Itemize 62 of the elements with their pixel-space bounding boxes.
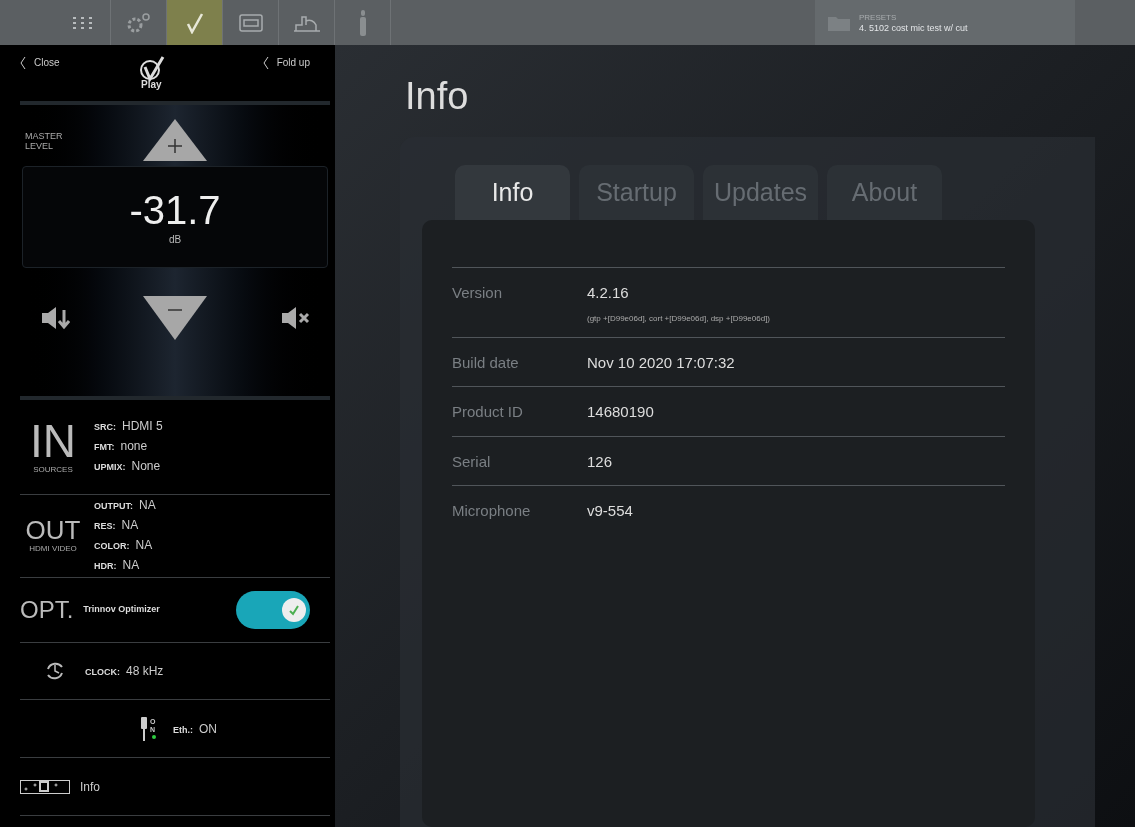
info-value: 14680190 <box>587 402 654 422</box>
tab[interactable]: Info <box>455 165 570 220</box>
field-value: NA <box>122 557 140 574</box>
field-value: HDMI 5 <box>122 418 163 435</box>
check-icon <box>184 11 205 34</box>
ethernet-plug-icon <box>140 716 148 741</box>
info-detail: (gtp +[D99e06d], cort +[D99e06d], dsp +[D99e06d]) <box>587 312 770 325</box>
field-label: RES: <box>94 520 116 533</box>
page-title: Info <box>405 77 470 115</box>
grid-icon <box>71 15 94 30</box>
field-value: None <box>131 458 161 475</box>
field-label: HDR: <box>94 560 117 573</box>
field-label: OUTPUT: <box>94 500 133 513</box>
clock-sync-icon <box>45 661 65 681</box>
info-value: v9-554 <box>587 501 633 521</box>
field-label: COLOR: <box>94 540 130 553</box>
info-label: Serial <box>452 451 492 472</box>
info-label: Product ID <box>452 402 524 422</box>
info-label: Version <box>452 283 504 303</box>
optimizer-label: Trinnov Optimizer <box>83 603 161 617</box>
preset-selector[interactable]: PRESETS 4. 5102 cost mic test w/ cut <box>815 0 1075 45</box>
master-level-label: MASTER LEVEL <box>25 131 64 151</box>
field-label: Eth.: <box>173 723 193 737</box>
info-label: Build date <box>452 352 520 373</box>
section-title: OPT. <box>20 595 74 625</box>
volume-down-button[interactable] <box>143 296 207 340</box>
check-icon <box>288 604 300 616</box>
optimizer-toggle[interactable] <box>236 591 310 629</box>
field-value: none <box>120 438 148 455</box>
volume-down-step-button[interactable] <box>40 306 70 330</box>
field-value: NA <box>139 497 156 514</box>
section-title: IN <box>30 418 76 464</box>
close-button[interactable]: Close <box>20 55 60 70</box>
section-title: OUT <box>25 517 81 543</box>
chevron-left-icon <box>20 55 26 70</box>
preset-name: 4. 5102 cost mic test w/ cut <box>859 22 968 34</box>
field-label: UPMIX: <box>94 461 126 474</box>
section-subtitle: SOURCES <box>33 464 73 476</box>
volume-up-button[interactable] <box>143 119 207 161</box>
fold-up-button[interactable]: Fold up <box>262 55 310 70</box>
info-value: 126 <box>587 451 613 472</box>
field-value: NA <box>135 537 153 554</box>
info-value: 4.2.16 <box>587 283 630 303</box>
info-label: Microphone <box>452 501 532 521</box>
toolbar-button[interactable] <box>167 0 223 45</box>
info-value: Nov 10 2020 17:07:32 <box>587 352 735 373</box>
field-label: FMT: <box>94 441 115 454</box>
field-value: 48 kHz <box>126 663 164 680</box>
monitor-icon <box>238 13 263 32</box>
preset-label: PRESETS <box>859 11 898 23</box>
chevron-left-icon <box>262 55 269 70</box>
field-value: ON <box>199 720 217 738</box>
info-link[interactable]: Info <box>20 758 330 816</box>
level-value: -31.7 <box>129 187 221 232</box>
play-logo: Play <box>137 55 166 93</box>
section-subtitle: HDMI VIDEO <box>29 543 77 555</box>
level-unit: dB <box>168 232 182 247</box>
device-icon <box>20 779 70 794</box>
mute-button[interactable] <box>280 306 310 330</box>
field-value: NA <box>121 517 139 534</box>
field-label: SRC: <box>94 421 116 434</box>
field-label: CLOCK: <box>85 666 120 679</box>
